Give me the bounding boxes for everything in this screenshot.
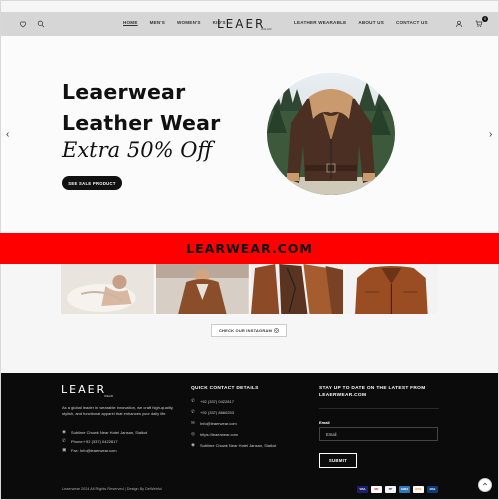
cart-icon[interactable]: 0	[473, 16, 488, 30]
copyright-text: Leaerwear 2024 All Rights Reserved | Des…	[62, 487, 162, 491]
cart-count-badge: 0	[482, 16, 488, 22]
footer-address: ◉ Sublime Chowk Near Hotel Jansan, Sialk…	[62, 429, 147, 435]
quick-phone-1: ✆ +92 (337) 0422817	[191, 398, 234, 404]
footer-phone-text: Phone:+92 (337) 0422817	[71, 438, 118, 444]
gallery-image-2[interactable]	[155, 264, 249, 314]
payment-methods: VISA MC PP AMEX DISC MAE	[357, 486, 438, 493]
site-header: HOME MEN'S WOMEN'S KID'S LEAER WEAR LEAT…	[1, 12, 498, 36]
quick-phone-1-text[interactable]: +92 (337) 0422817	[200, 399, 234, 404]
newsletter-title-line2: LEAERWEAR.COM	[319, 393, 367, 398]
quick-website-text[interactable]: https://leaerwear.com	[200, 432, 238, 437]
nav-left: HOME MEN'S WOMEN'S KID'S	[123, 20, 226, 25]
banner-text: LEARWEAR.COM	[186, 241, 313, 256]
user-icon[interactable]	[453, 18, 465, 30]
nav-item-about-us[interactable]: ABOUT US	[358, 20, 384, 25]
logo-subtext: WEAR	[261, 27, 272, 31]
instagram-icon	[274, 327, 279, 334]
hero-jacket-image	[267, 73, 395, 195]
site-footer: LEAER WEAR As a global leader in wearabl…	[1, 373, 498, 499]
heart-icon[interactable]	[17, 18, 29, 30]
nav-item-womens[interactable]: WOMEN'S	[177, 20, 201, 25]
quick-phone-2-text[interactable]: +92 (337) 8660253	[200, 410, 234, 415]
footer-fax-text: Fax: Info@leaerwear.com	[71, 447, 117, 453]
instagram-gallery	[61, 264, 438, 314]
email-field[interactable]	[319, 427, 438, 441]
see-sale-product-button[interactable]: SEE SALE PRODUCT	[62, 176, 122, 190]
email-label: Email	[319, 420, 330, 425]
visa-icon: VISA	[357, 486, 368, 493]
quick-phone-2: ✆ +92 (337) 8660253	[191, 409, 234, 415]
check-instagram-button[interactable]: CHECK OUR INSTAGRAM	[211, 324, 287, 337]
footer-logo[interactable]: LEAER	[61, 383, 106, 396]
globe-icon: ◎	[191, 431, 195, 436]
maestro-icon: MAE	[427, 486, 438, 493]
hero-slider: ‹ › Leaerwear Leather Wear Extra 50% Off…	[1, 36, 498, 232]
nav-item-contact-us[interactable]: CONTACT US	[396, 20, 428, 25]
amex-icon: AMEX	[399, 486, 410, 493]
quick-address: ◉ Sublime Chowk Near Hotel Jansan, Sialk…	[191, 442, 276, 448]
location-icon: ◉	[62, 429, 66, 434]
footer-fax: ▣ Fax: Info@leaerwear.com	[62, 447, 117, 453]
logo-text: LEAER	[217, 17, 266, 31]
fax-icon: ▣	[62, 447, 67, 452]
mastercard-icon: MC	[371, 486, 382, 493]
quick-website: ◎ https://leaerwear.com	[191, 431, 238, 437]
nav-item-home[interactable]: HOME	[123, 20, 138, 25]
quick-email-text[interactable]: Info@leaerwear.com	[200, 421, 237, 426]
nav-right: LEATHER WEARABLE ABOUT US CONTACT US	[294, 20, 428, 25]
check-instagram-label: CHECK OUR INSTAGRAM	[218, 328, 273, 333]
location-icon: ◉	[191, 442, 195, 447]
promo-banner: LEARWEAR.COM	[0, 233, 499, 264]
gallery-image-1[interactable]	[61, 264, 154, 314]
hero-offer-text: Extra 50% Off	[62, 138, 213, 162]
discover-icon: DISC	[413, 486, 424, 493]
phone-icon: ✆	[62, 438, 66, 443]
phone-icon: ✆	[191, 409, 195, 414]
chevron-up-icon	[482, 481, 488, 489]
quick-contact-title: QUICK CONTACT DETAILS	[191, 386, 259, 391]
gallery-image-4[interactable]	[345, 264, 438, 314]
footer-description: As a global leader in wearable innovatio…	[62, 405, 174, 416]
footer-phone: ✆ Phone:+92 (337) 0422817	[62, 438, 118, 444]
search-icon[interactable]	[35, 18, 47, 30]
nav-item-mens[interactable]: MEN'S	[150, 20, 165, 25]
footer-address-text: Sublime Chowk Near Hotel Jansan, Sialkot	[71, 429, 148, 435]
submit-button[interactable]: SUBMIT	[319, 453, 357, 468]
phone-icon: ✆	[191, 398, 195, 403]
footer-logo-subtext: WEAR	[104, 394, 113, 398]
slider-next-arrow[interactable]: ›	[489, 129, 492, 140]
quick-email: ✉ Info@leaerwear.com	[191, 420, 237, 426]
mail-icon: ✉	[191, 420, 195, 425]
gallery-image-3[interactable]	[250, 264, 344, 314]
scroll-to-top-button[interactable]	[478, 478, 492, 492]
slider-prev-arrow[interactable]: ‹	[6, 129, 9, 140]
nav-item-leather-wearable[interactable]: LEATHER WEARABLE	[294, 20, 346, 25]
quick-address-text: Sublime Chowk Near Hotel Jansan, Sialkot	[200, 442, 277, 448]
newsletter-divider	[319, 408, 439, 409]
hero-title-line1: Leaerwear	[62, 80, 186, 104]
site-logo[interactable]: LEAER WEAR	[217, 17, 285, 31]
paypal-icon: PP	[385, 486, 396, 493]
hero-title-line2: Leather Wear	[62, 111, 221, 135]
newsletter-title-line1: STAY UP TO DATE ON THE LATEST FROM	[319, 386, 426, 391]
